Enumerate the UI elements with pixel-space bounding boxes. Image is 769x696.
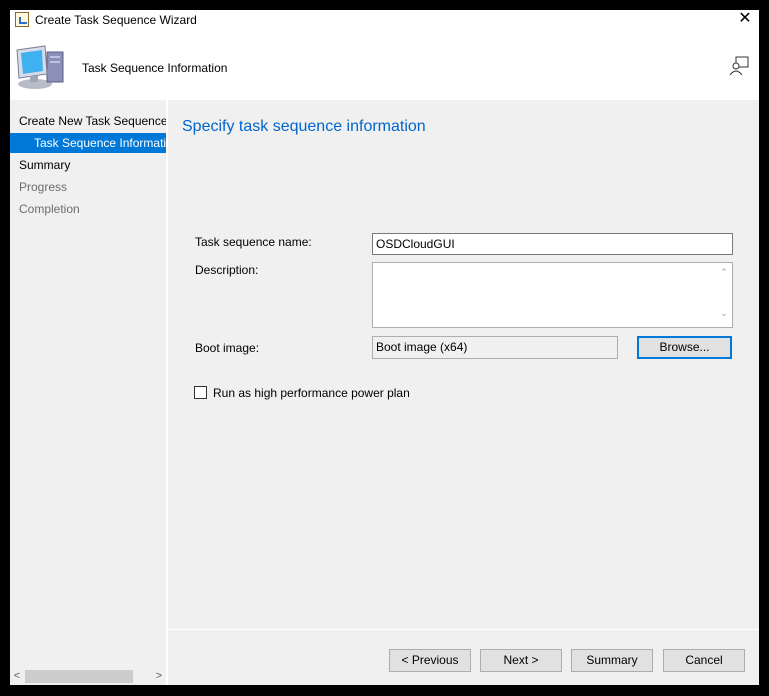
browse-button[interactable]: Browse... — [637, 336, 732, 359]
wizard-window: Create Task Sequence Wizard ✕ Task Seque… — [10, 10, 759, 685]
task-sequence-name-input[interactable]: OSDCloudGUI — [372, 233, 733, 255]
step-progress: Progress — [19, 180, 68, 194]
task-sequence-icon — [15, 12, 29, 27]
horizontal-scrollbar[interactable]: < > — [10, 668, 166, 685]
step-completion: Completion — [19, 202, 80, 216]
step-summary[interactable]: Summary — [10, 155, 166, 175]
scroll-left-icon[interactable]: < — [10, 668, 24, 685]
boot-image-label: Boot image: — [195, 341, 260, 355]
wizard-content: Specify task sequence information Task s… — [168, 100, 759, 629]
scroll-thumb[interactable] — [25, 670, 133, 683]
previous-button[interactable]: < Previous — [389, 649, 471, 672]
wizard-header: Task Sequence Information — [10, 30, 759, 100]
user-help-icon[interactable] — [729, 56, 749, 76]
boot-image-field: Boot image (x64) — [372, 336, 618, 359]
wizard-steps-sidebar: Create New Task Sequence Task Sequence I… — [10, 100, 166, 685]
header-title: Task Sequence Information — [82, 61, 228, 75]
description-scrollbar[interactable]: ⌃ ⌄ — [716, 263, 732, 327]
scroll-right-icon[interactable]: > — [152, 668, 166, 685]
footer-separator — [168, 629, 759, 630]
computer-icon — [16, 45, 64, 89]
high-performance-checkbox[interactable] — [194, 386, 207, 399]
description-textarea[interactable]: ⌃ ⌄ — [372, 262, 733, 328]
summary-button[interactable]: Summary — [571, 649, 653, 672]
task-sequence-name-label: Task sequence name: — [195, 235, 312, 249]
window-title: Create Task Sequence Wizard — [35, 13, 197, 27]
high-performance-label[interactable]: Run as high performance power plan — [213, 386, 410, 400]
step-task-sequence-information[interactable]: Task Sequence Information — [10, 133, 166, 153]
page-heading: Specify task sequence information — [182, 118, 426, 135]
close-button[interactable]: ✕ — [735, 10, 755, 30]
next-button[interactable]: Next > — [480, 649, 562, 672]
title-bar: Create Task Sequence Wizard ✕ — [10, 10, 759, 30]
step-create-new-task-sequence[interactable]: Create New Task Sequence — [10, 111, 166, 131]
description-label: Description: — [195, 263, 259, 277]
cancel-button[interactable]: Cancel — [663, 649, 745, 672]
